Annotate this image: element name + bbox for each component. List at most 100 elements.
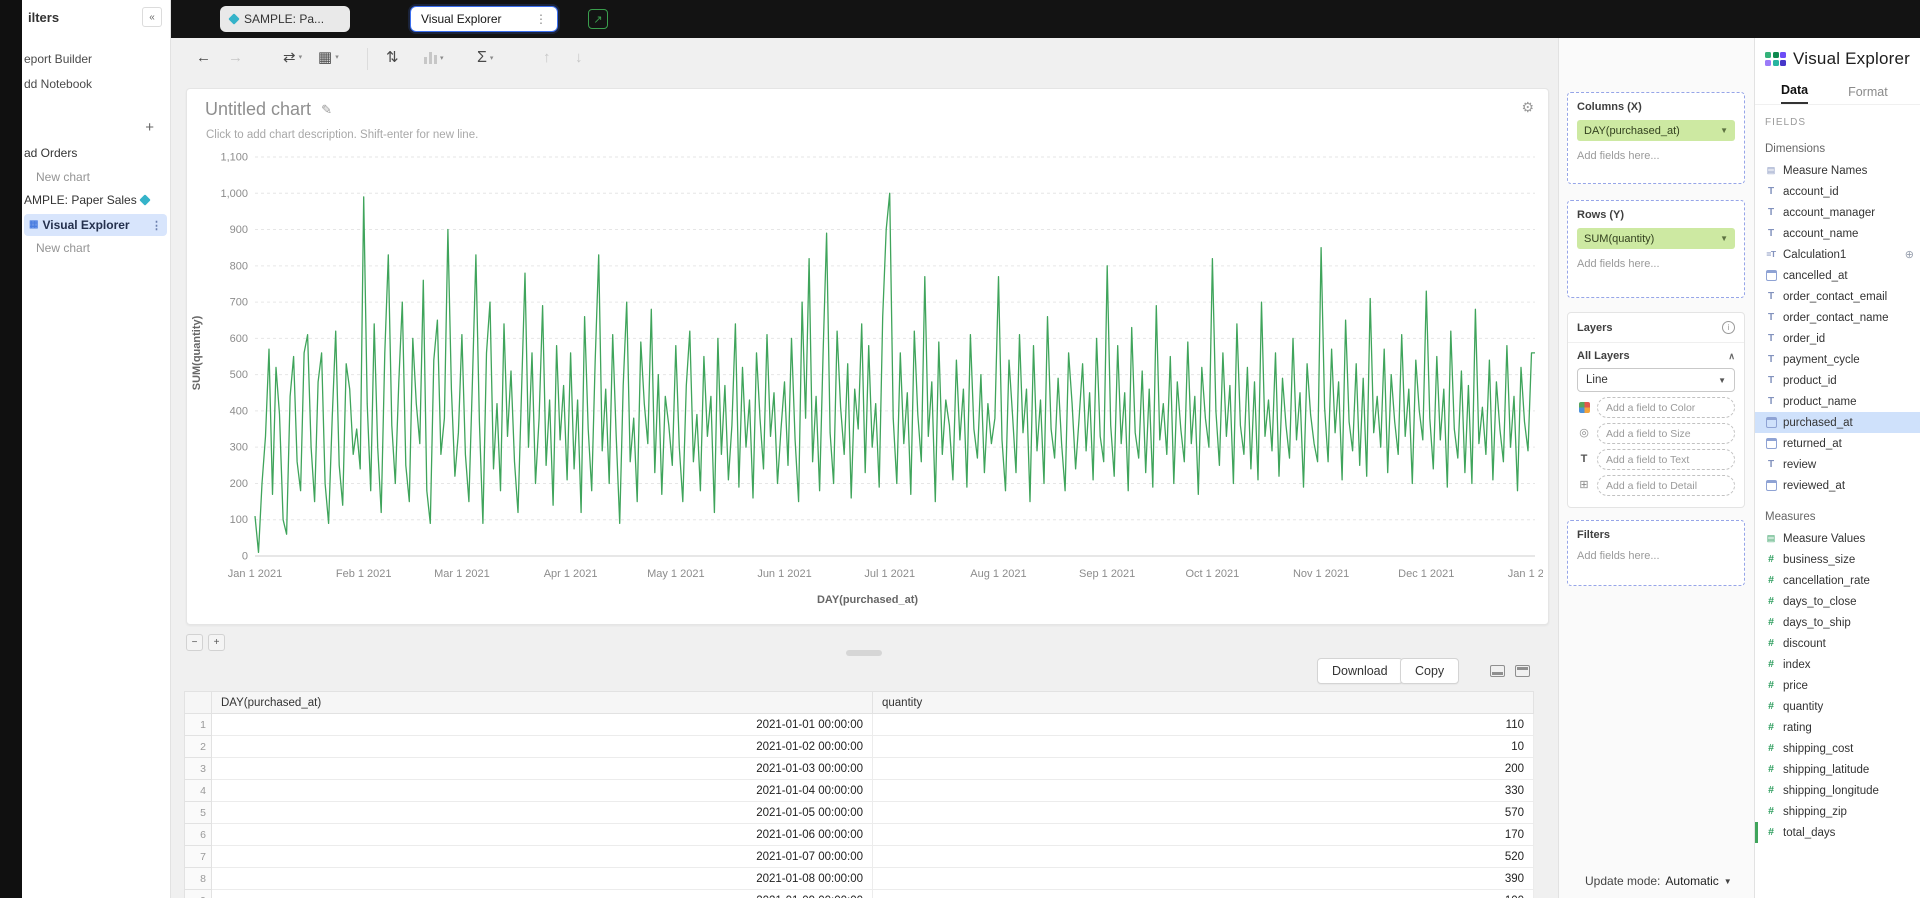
kebab-menu-icon[interactable]: ⋮ [151,219,162,232]
sidebar-item-report-builder[interactable]: eport Builder [24,52,92,66]
add-item-plus-icon[interactable]: + [145,120,154,135]
view-mode-icon[interactable]: ▦▾ [318,50,339,65]
field-item-days-to-close[interactable]: #days_to_close [1755,591,1920,612]
pill-sum-quantity[interactable]: SUM(quantity) ▼ [1577,228,1735,249]
field-item-account-manager[interactable]: Taccount_manager [1755,202,1920,223]
field-item-discount[interactable]: #discount [1755,633,1920,654]
field-item-account-id[interactable]: Taccount_id [1755,181,1920,202]
chart-description-placeholder[interactable]: Click to add chart description. Shift-en… [206,129,478,141]
field-item-order-id[interactable]: Torder_id [1755,328,1920,349]
row-number: 3 [185,758,212,780]
chart-type-icon: ▾ [424,52,444,64]
drop-target-text[interactable]: Add a field to Text [1597,449,1735,470]
chevron-down-icon[interactable]: ▼ [1724,877,1732,886]
field-item-measure-names[interactable]: ▤Measure Names [1755,160,1920,181]
date-field-icon [1763,438,1779,449]
panel-resize-handle[interactable] [846,650,882,656]
field-item-order-contact-email[interactable]: Torder_contact_email [1755,286,1920,307]
field-item-shipping-zip[interactable]: #shipping_zip [1755,801,1920,822]
drop-target-size[interactable]: Add a field to Size [1597,423,1735,444]
field-item-returned-at[interactable]: returned_at [1755,433,1920,454]
chevron-down-icon[interactable]: ▼ [1720,126,1728,135]
field-item-shipping-cost[interactable]: #shipping_cost [1755,738,1920,759]
aggregate-sigma-icon[interactable]: Σ▾ [477,50,493,66]
info-icon[interactable]: i [1722,321,1735,334]
edit-pencil-icon[interactable]: ✎ [321,102,332,118]
field-item-shipping-latitude[interactable]: #shipping_latitude [1755,759,1920,780]
drop-target-color[interactable]: Add a field to Color [1597,397,1735,418]
field-item-rating[interactable]: #rating [1755,717,1920,738]
field-item-index[interactable]: #index [1755,654,1920,675]
field-item-measure-values[interactable]: ▤Measure Values [1755,528,1920,549]
field-item-total-days[interactable]: #total_days [1755,822,1920,843]
field-item-shipping-longitude[interactable]: #shipping_longitude [1755,780,1920,801]
field-item-cancelled-at[interactable]: cancelled_at [1755,265,1920,286]
drop-target-detail[interactable]: Add a field to Detail [1597,475,1735,496]
fields-section-label: FIELDS [1765,117,1920,128]
copy-button[interactable]: Copy [1400,658,1459,684]
field-item-quantity[interactable]: #quantity [1755,696,1920,717]
sidebar-item-new-chart-2[interactable]: New chart [36,241,90,255]
field-name: account_name [1783,228,1858,240]
columns-shelf[interactable]: Columns (X) DAY(purchased_at) ▼ Add fiel… [1567,92,1745,184]
sidebar-item-new-chart-1[interactable]: New chart [36,170,90,184]
tab-format[interactable]: Format [1848,85,1888,104]
number-field-icon: # [1763,554,1779,565]
results-table: DAY(purchased_at) quantity 12021-01-01 0… [184,691,1534,898]
pivot-icon[interactable]: ⇅ [386,50,399,65]
filters-drop-placeholder[interactable]: Add fields here... [1577,550,1735,562]
filters-shelf[interactable]: Filters Add fields here... [1567,520,1745,586]
field-item-order-contact-name[interactable]: Torder_contact_name [1755,307,1920,328]
zoom-in-button[interactable]: + [208,634,225,651]
field-item-product-name[interactable]: Tproduct_name [1755,391,1920,412]
columns-drop-placeholder[interactable]: Add fields here... [1577,150,1735,162]
all-layers-label: All Layers [1577,350,1630,362]
field-item-cancellation-rate[interactable]: #cancellation_rate [1755,570,1920,591]
field-item-business-size[interactable]: #business_size [1755,549,1920,570]
chart-settings-gear-icon[interactable]: ⚙ [1521,99,1534,116]
field-item-payment-cycle[interactable]: Tpayment_cycle [1755,349,1920,370]
undo-back-icon[interactable]: ← [196,50,211,65]
all-layers-row[interactable]: All Layers ∧ [1577,350,1735,362]
kebab-menu-icon[interactable]: ⋮ [535,12,547,26]
table-row: 32021-01-03 00:00:00200 [185,758,1534,780]
swap-axes-icon[interactable]: ⇄▾ [283,50,302,65]
field-name: account_manager [1783,207,1875,219]
collapse-sidebar-icon[interactable]: « [142,7,162,27]
sidebar-item-bad-orders[interactable]: ad Orders [24,146,77,160]
field-item-reviewed-at[interactable]: reviewed_at [1755,475,1920,496]
field-item-price[interactable]: #price [1755,675,1920,696]
rows-drop-placeholder[interactable]: Add fields here... [1577,258,1735,270]
table-row: 42021-01-04 00:00:00330 [185,780,1534,802]
download-button[interactable]: Download [1317,658,1403,684]
field-item-calculation1[interactable]: =TCalculation1⊕ [1755,244,1920,265]
tab-data[interactable]: Data [1781,83,1808,104]
chevron-down-icon[interactable]: ▼ [1720,234,1728,243]
share-export-icon[interactable]: ↗ [588,9,608,29]
field-item-account-name[interactable]: Taccount_name [1755,223,1920,244]
pill-day-purchased-at[interactable]: DAY(purchased_at) ▼ [1577,120,1735,141]
field-name: payment_cycle [1783,354,1860,366]
tab-sample-paper-sales[interactable]: SAMPLE: Pa... [220,6,350,32]
sidebar-item-visual-explorer[interactable]: ▦ Visual Explorer ⋮ [24,214,167,236]
update-mode-select[interactable]: Automatic [1665,874,1718,888]
field-item-product-id[interactable]: Tproduct_id [1755,370,1920,391]
sidebar-item-add-notebook[interactable]: dd Notebook [24,77,92,91]
field-name: Measure Names [1783,165,1867,177]
encoding-drop-row: ⊞Add a field to Detail [1577,475,1735,496]
field-item-review[interactable]: Treview [1755,454,1920,475]
field-item-purchased-at[interactable]: purchased_at [1755,412,1920,433]
tab-visual-explorer[interactable]: Visual Explorer ⋮ [410,6,558,32]
x-tick-label: Apr 1 2021 [544,568,598,580]
rows-shelf[interactable]: Rows (Y) SUM(quantity) ▼ Add fields here… [1567,200,1745,298]
field-item-days-to-ship[interactable]: #days_to_ship [1755,612,1920,633]
table-layout-split-icon[interactable] [1490,665,1505,677]
sidebar-item-paper-sales[interactable]: AMPLE: Paper Sales [24,193,149,207]
mark-type-select[interactable]: Line ▼ [1577,368,1735,392]
chart-title[interactable]: Untitled chart ✎ [205,99,332,120]
chevron-up-icon[interactable]: ∧ [1728,351,1735,362]
size-encoding-icon: ◎ [1577,428,1591,439]
table-layout-full-icon[interactable] [1515,665,1530,677]
zoom-out-button[interactable]: − [186,634,203,651]
table-row: 22021-01-02 00:00:0010 [185,736,1534,758]
